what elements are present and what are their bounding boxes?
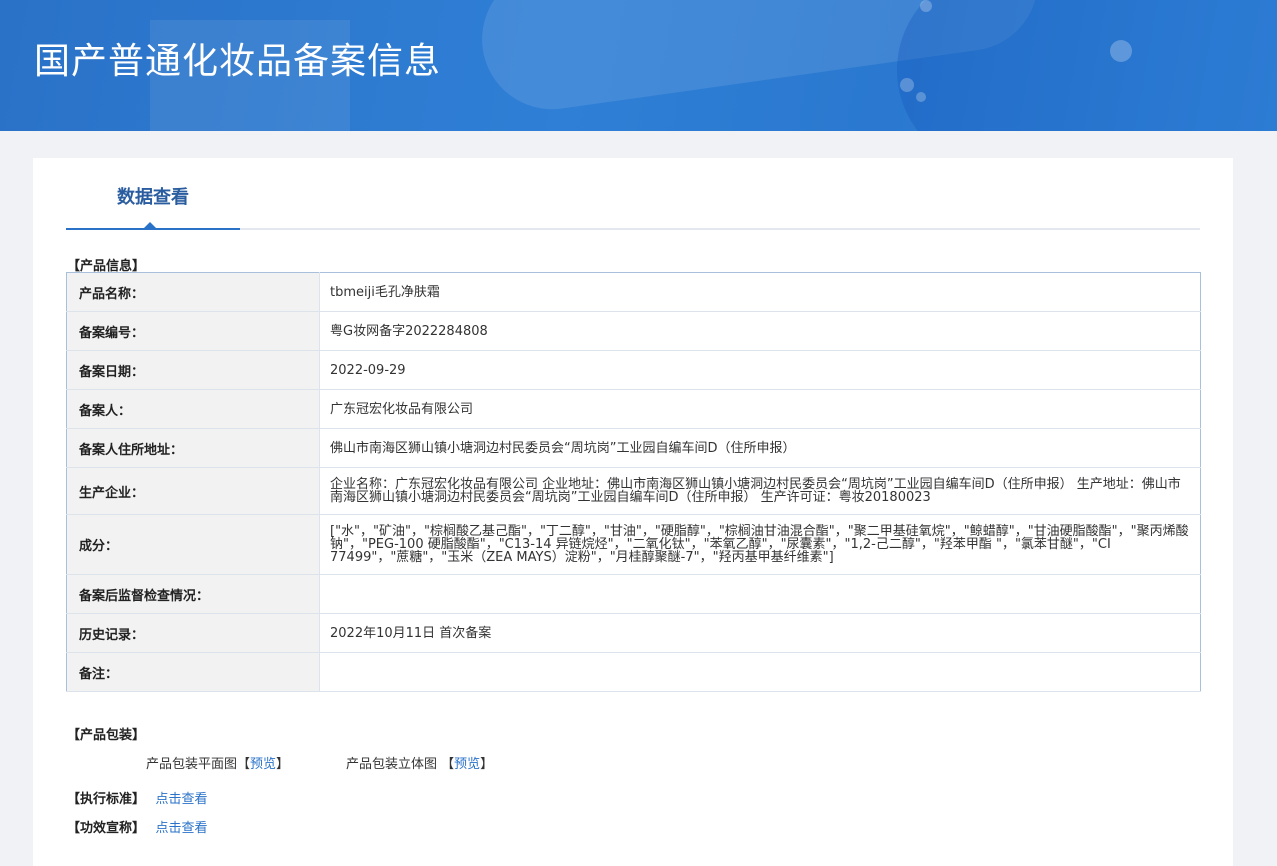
- registration-number-value: 粤G妆网备字2022284808: [319, 311, 1201, 351]
- table-row: 产品名称： tbmeiji毛孔净肤霜: [66, 272, 1201, 312]
- field-label: 备案人：: [66, 389, 320, 429]
- remarks-value: [319, 652, 1201, 692]
- tab-active-caret: [143, 222, 157, 229]
- table-row: 备案编号： 粤G妆网备字2022284808: [66, 311, 1201, 351]
- tab-label: 数据查看: [117, 187, 189, 208]
- field-label: 产品名称：: [66, 272, 320, 312]
- product-name-value: tbmeiji毛孔净肤霜: [319, 272, 1201, 312]
- manufacturer-value: 企业名称：广东冠宏化妆品有限公司 企业地址：佛山市南海区狮山镇小塘洞边村民委员会…: [319, 467, 1201, 515]
- content-card: 数据查看 【产品信息】 产品名称： tbmeiji毛孔净肤霜 备案编号： 粤G妆…: [33, 158, 1233, 866]
- table-row: 备注：: [66, 652, 1201, 692]
- packaging-flat-label: 产品包装平面图【: [146, 757, 251, 772]
- table-row: 备案人住所地址： 佛山市南海区狮山镇小塘洞边村民委员会“周坑岗”工业园自编车间D…: [66, 428, 1201, 468]
- table-row: 备案日期： 2022-09-29: [66, 350, 1201, 390]
- page-title: 国产普通化妆品备案信息: [34, 41, 442, 82]
- ingredients-value: ["水"，"矿油"，"棕榈酸乙基己酯"，"丁二醇"，"甘油"，"硬脂醇"，"棕榈…: [319, 514, 1201, 575]
- table-row: 生产企业： 企业名称：广东冠宏化妆品有限公司 企业地址：佛山市南海区狮山镇小塘洞…: [66, 467, 1201, 515]
- table-row: 历史记录： 2022年10月11日 首次备案: [66, 613, 1201, 653]
- product-info-table: 产品名称： tbmeiji毛孔净肤霜 备案编号： 粤G妆网备字202228480…: [66, 272, 1201, 692]
- registration-date-value: 2022-09-29: [319, 350, 1201, 390]
- standard-label: 【执行标准】: [67, 792, 146, 807]
- field-label: 生产企业：: [66, 467, 320, 515]
- field-label: 备案日期：: [66, 350, 320, 390]
- tab-bar: 数据查看: [66, 183, 1200, 230]
- field-label: 备案后监督检查情况：: [66, 574, 320, 614]
- efficacy-label: 【功效宣称】: [67, 821, 146, 836]
- field-label: 历史记录：: [66, 613, 320, 653]
- tab-data-view[interactable]: 数据查看: [66, 183, 240, 230]
- standard-view-link[interactable]: 点击查看: [156, 792, 208, 807]
- standard-row: 【执行标准】 点击查看: [67, 788, 208, 807]
- inspection-value: [319, 574, 1201, 614]
- table-row: 备案后监督检查情况：: [66, 574, 1201, 614]
- table-row: 备案人： 广东冠宏化妆品有限公司: [66, 389, 1201, 429]
- field-label: 成分：: [66, 514, 320, 575]
- field-label: 备注：: [66, 652, 320, 692]
- efficacy-view-link[interactable]: 点击查看: [156, 821, 208, 836]
- field-label: 备案编号：: [66, 311, 320, 351]
- registrant-address-value: 佛山市南海区狮山镇小塘洞边村民委员会“周坑岗”工业园自编车间D（住所申报）: [319, 428, 1201, 468]
- registrant-value: 广东冠宏化妆品有限公司: [319, 389, 1201, 429]
- table-row: 成分： ["水"，"矿油"，"棕榈酸乙基己酯"，"丁二醇"，"甘油"，"硬脂醇"…: [66, 514, 1201, 575]
- packaging-flat-preview-link[interactable]: 预览: [250, 757, 276, 772]
- packaging-section-label: 【产品包装】: [67, 728, 146, 743]
- packaging-solid-label: 产品包装立体图 【: [346, 757, 455, 772]
- packaging-solid-row: 产品包装立体图 【预览】: [346, 757, 494, 772]
- field-label: 备案人住所地址：: [66, 428, 320, 468]
- header-banner: 国产普通化妆品备案信息: [0, 0, 1277, 131]
- packaging-solid-preview-link[interactable]: 预览: [454, 757, 480, 772]
- efficacy-row: 【功效宣称】 点击查看: [67, 817, 208, 836]
- history-value: 2022年10月11日 首次备案: [319, 613, 1201, 653]
- packaging-flat-row: 产品包装平面图【预览】: [146, 757, 290, 772]
